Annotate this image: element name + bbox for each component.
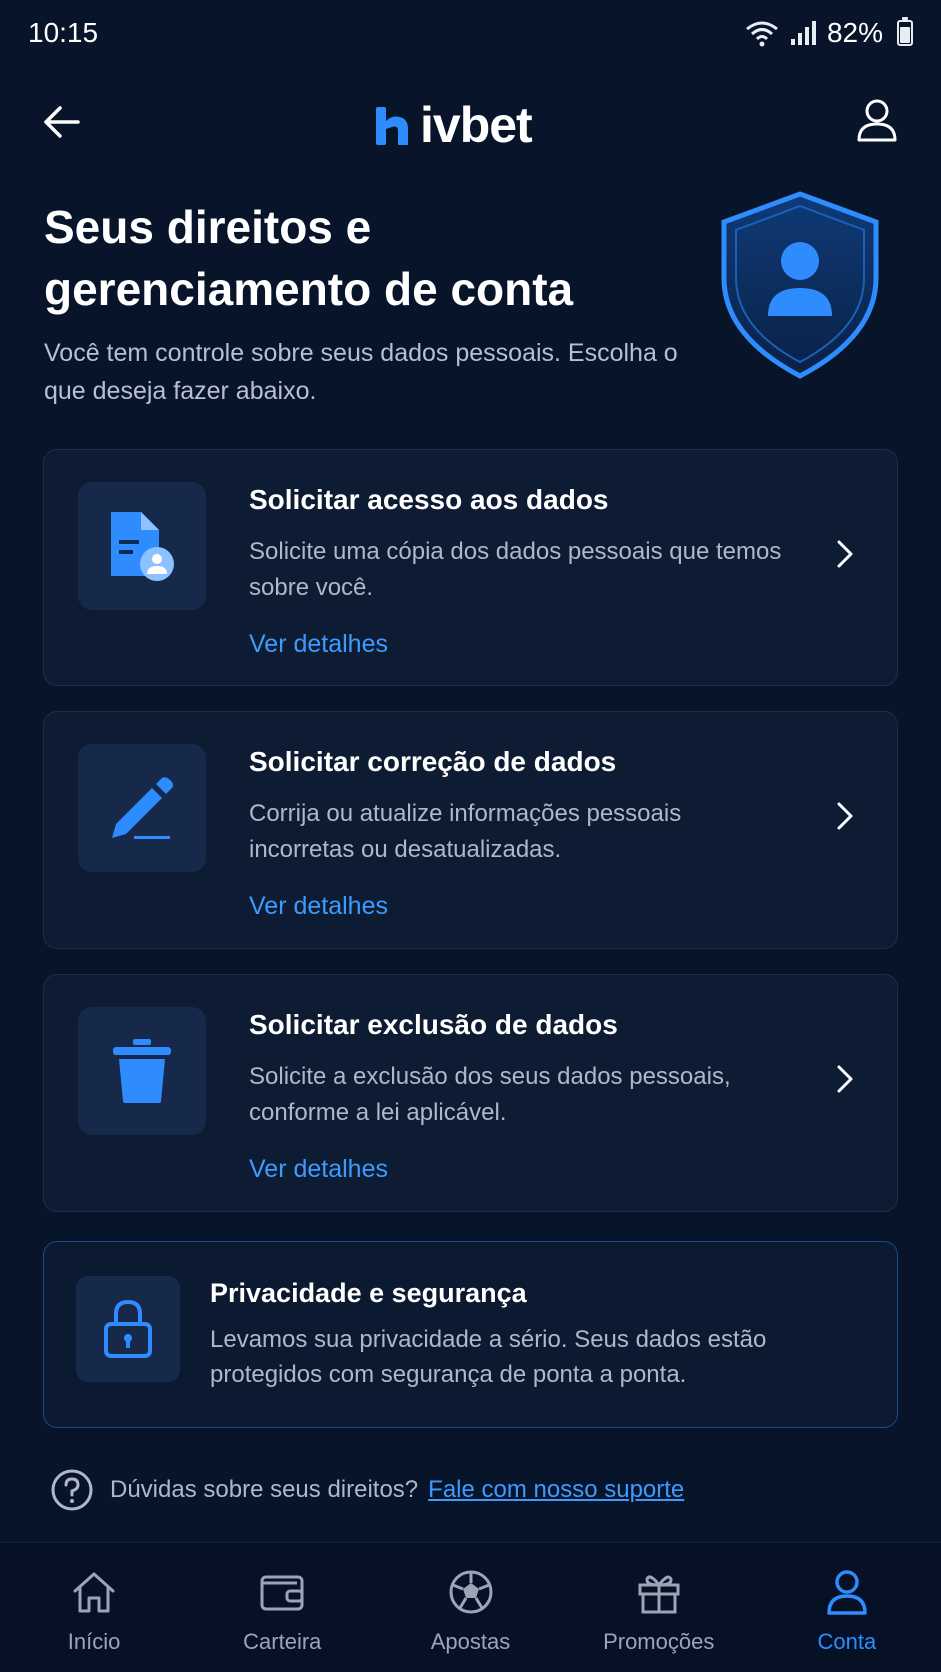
nav-item-promocoes[interactable]: Promoções — [565, 1543, 753, 1672]
hero-section: Seus direitos e gerenciamento de conta V… — [44, 196, 684, 410]
help-row: Dúvidas sobre seus direitos? Fale com no… — [50, 1468, 684, 1512]
soccer-ball-icon — [449, 1570, 492, 1614]
nav-label: Carteira — [243, 1629, 322, 1654]
support-link[interactable]: Fale com nosso suporte — [428, 1476, 684, 1504]
request-deletion-card[interactable]: Solicitar exclusão de dados Solicite a e… — [43, 974, 898, 1212]
card-title: Solicitar exclusão de dados — [249, 1009, 618, 1040]
logo-icon — [376, 107, 408, 145]
card-title: Solicitar acesso aos dados — [249, 484, 609, 515]
arrow-left-icon — [44, 106, 80, 138]
app-header: ivbet — [0, 86, 941, 158]
nav-item-carteira[interactable]: Carteira — [188, 1543, 376, 1672]
battery-percent: 82% — [826, 17, 883, 48]
pencil-icon — [112, 777, 173, 839]
nav-label: Início — [67, 1629, 121, 1654]
chevron-right-icon — [837, 540, 853, 568]
nav-label: Promoções — [603, 1629, 715, 1654]
chevron-right-icon — [837, 1065, 853, 1093]
privacy-title: Privacidade e segurança — [210, 1278, 527, 1308]
card-description: Solicite a exclusão dos seus dados pesso… — [249, 1063, 731, 1126]
card-title: Solicitar correção de dados — [249, 746, 617, 777]
nav-label: Conta — [817, 1629, 877, 1654]
question-circle-icon — [51, 1469, 93, 1511]
status-bar: 10:15 82% — [0, 0, 941, 66]
signal-icon — [790, 21, 816, 45]
request-correction-card[interactable]: Solicitar correção de dados Corrija ou a… — [43, 711, 898, 949]
card-icon-box — [78, 744, 206, 872]
back-button[interactable] — [40, 100, 84, 144]
brand-name: ivbet — [420, 97, 533, 153]
status-time: 10:15 — [28, 17, 99, 48]
privacy-description: Levamos sua privacidade a sério. Seus da… — [210, 1326, 767, 1388]
trash-icon — [113, 1039, 171, 1103]
view-details-link[interactable]: Ver detalhes — [249, 1155, 388, 1184]
profile-button[interactable] — [853, 96, 901, 144]
wifi-icon — [746, 21, 778, 47]
help-question: Dúvidas sobre seus direitos? — [110, 1476, 419, 1503]
card-icon-box — [78, 1007, 206, 1135]
card-description: Corrija ou atualize informações pessoais… — [249, 800, 682, 863]
brand-logo: ivbet — [374, 96, 533, 154]
request-access-card[interactable]: Solicitar acesso aos dados Solicite uma … — [43, 449, 898, 686]
user-outline-icon — [857, 99, 897, 142]
chevron-right-icon — [837, 802, 853, 830]
view-details-link[interactable]: Ver detalhes — [249, 892, 388, 921]
nav-label: Apostas — [430, 1629, 511, 1654]
view-details-link[interactable]: Ver detalhes — [249, 630, 388, 659]
page-subtitle: Você tem controle sobre seus dados pesso… — [44, 339, 678, 405]
home-icon — [73, 1572, 115, 1613]
privacy-icon-box — [76, 1276, 180, 1382]
card-icon-box — [78, 482, 206, 610]
user-icon — [827, 1570, 867, 1615]
gift-icon — [638, 1575, 680, 1614]
nav-item-apostas[interactable]: Apostas — [376, 1543, 564, 1672]
privacy-security-card: Privacidade e segurança Levamos sua priv… — [43, 1241, 898, 1428]
document-user-icon — [111, 512, 174, 581]
lock-icon — [104, 1299, 152, 1358]
status-icons: 82% — [745, 17, 913, 49]
card-description: Solicite uma cópia dos dados pessoais qu… — [249, 538, 782, 601]
battery-icon — [897, 17, 913, 46]
wallet-icon — [260, 1575, 304, 1611]
nav-item-inicio[interactable]: Início — [0, 1543, 188, 1672]
nav-item-conta[interactable]: Conta — [753, 1543, 941, 1672]
shield-user-icon — [721, 191, 879, 379]
page-title: Seus direitos e gerenciamento de conta — [44, 201, 574, 315]
bottom-nav: Início Carteira Apostas Promoções Conta — [0, 1542, 941, 1672]
